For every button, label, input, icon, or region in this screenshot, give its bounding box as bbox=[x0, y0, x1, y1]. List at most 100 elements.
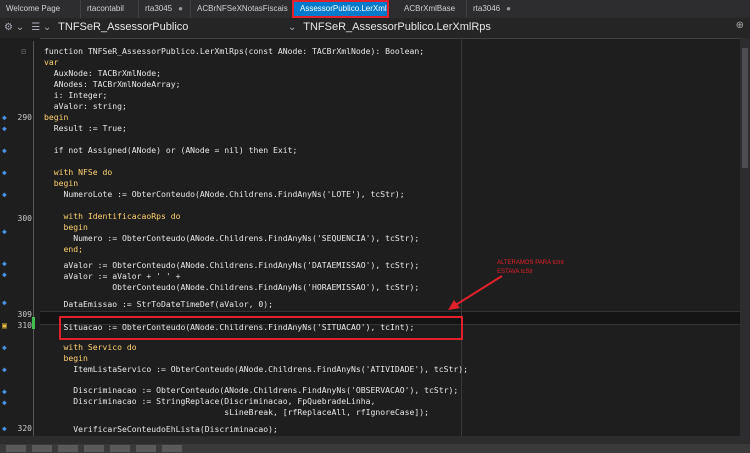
code-line: end; bbox=[44, 244, 83, 255]
gutter-line: ◆ bbox=[0, 190, 40, 201]
line-number: 290 bbox=[17, 113, 32, 122]
code-line: Discriminacao := StringReplace(Discrimin… bbox=[44, 396, 375, 407]
taskbar-app-icon[interactable] bbox=[162, 445, 182, 452]
breakpoint-marker-icon[interactable]: ◆ bbox=[2, 190, 7, 199]
code-text: AuxNode: TACBrXmlNode; bbox=[44, 68, 161, 78]
method-selector[interactable]: ⌄ TNFSeR_AssessorPublico.LerXmlRps bbox=[288, 21, 491, 33]
breakpoint-marker-icon[interactable]: ◆ bbox=[2, 387, 7, 396]
breakpoint-marker-icon[interactable]: ◆ bbox=[2, 168, 7, 177]
tab-label: rtacontabil bbox=[87, 4, 124, 13]
scrollbar-thumb[interactable] bbox=[742, 48, 748, 168]
code-line: ObterConteudo(ANode.Childrens.FindAnyNs(… bbox=[44, 282, 419, 293]
breakpoint-marker-icon[interactable]: ◆ bbox=[2, 259, 7, 268]
gutter-line: ◆ 320 bbox=[0, 424, 40, 435]
tab-label: ACBrNFSeXNotasFiscais bbox=[197, 4, 288, 13]
breakpoint-marker-icon[interactable]: ◆ bbox=[2, 424, 7, 433]
line-number: 310 bbox=[17, 321, 32, 330]
gutter-line: ◆ bbox=[0, 259, 40, 270]
gutter-line: ◆ bbox=[0, 343, 40, 354]
code-text: Discriminacao := ObterConteudo(ANode.Chi… bbox=[44, 385, 459, 395]
code-text: ItemListaServico := ObterConteudo(ANode.… bbox=[44, 364, 468, 374]
breakpoint-marker-icon[interactable]: ◆ bbox=[2, 365, 7, 374]
gutter-line: ◆ bbox=[0, 398, 40, 409]
code-line: VerificarSeConteudoEhLista(Discriminacao… bbox=[44, 424, 278, 435]
taskbar-app-icon[interactable] bbox=[6, 445, 26, 452]
gutter-line: ◆ bbox=[0, 146, 40, 157]
code-text: end; bbox=[44, 244, 83, 254]
code-text: ObterConteudo(ANode.Childrens.FindAnyNs(… bbox=[44, 282, 420, 292]
code-line: begin bbox=[44, 112, 68, 123]
code-line: aValor: string; bbox=[44, 101, 127, 112]
chevron-down-icon: ⌄ bbox=[288, 22, 297, 33]
gutter-line: ◆ 290 bbox=[0, 113, 40, 124]
code-text: Numero := ObterConteudo(ANode.Childrens.… bbox=[44, 233, 420, 243]
code-navigation-bar: ⚙ ⌄ ☰ ⌄ TNFSeR_AssessorPublico ⌄ TNFSeR_… bbox=[0, 18, 750, 39]
tab-rta3045[interactable]: rta3045 ● bbox=[138, 0, 190, 18]
tab-label: rta3046 bbox=[473, 4, 501, 13]
code-line: AuxNode: TACBrXmlNode; bbox=[44, 68, 161, 79]
breakpoint-marker-icon[interactable]: ◆ bbox=[2, 398, 7, 407]
breakpoint-marker-icon[interactable]: ◆ bbox=[2, 227, 7, 236]
breakpoint-marker-icon[interactable]: ◆ bbox=[2, 270, 7, 279]
code-text: DataEmissao := StrToDateTimeDef(aValor, … bbox=[44, 299, 274, 309]
breakpoint-marker-icon[interactable]: ◆ bbox=[2, 298, 7, 307]
code-line: NumeroLote := ObterConteudo(ANode.Childr… bbox=[44, 189, 404, 200]
taskbar-app-icon[interactable] bbox=[58, 445, 78, 452]
document-tab-bar: Welcome Page rtacontabil rta3045 ● ACBrNF… bbox=[0, 0, 750, 19]
tab-rtacontabil[interactable]: rtacontabil bbox=[80, 0, 132, 18]
code-text: ANodes: TACBrXmlNodeArray; bbox=[44, 79, 181, 89]
breakpoint-marker-icon[interactable]: ◆ bbox=[2, 146, 7, 155]
code-text: with Servico do bbox=[44, 342, 137, 352]
class-name: TNFSeR_AssessorPublico bbox=[58, 21, 189, 33]
code-text: sLineBreak, [rfReplaceAll, rfIgnoreCase]… bbox=[44, 407, 429, 417]
gutter-line: 300 bbox=[0, 214, 40, 225]
code-text: Discriminacao := StringReplace(Discrimin… bbox=[44, 396, 376, 406]
code-text: function TNFSeR_AssessorPublico.LerXmlRp… bbox=[44, 46, 425, 56]
code-line: begin bbox=[44, 353, 88, 364]
tab-acbrnfsexnotasfiscais[interactable]: ACBrNFSeXNotasFiscais bbox=[190, 0, 290, 18]
current-execution-icon[interactable]: ▣ bbox=[2, 321, 7, 330]
horizontal-scrollbar[interactable] bbox=[0, 436, 750, 444]
modified-dot-icon[interactable]: ● bbox=[506, 4, 511, 13]
gutter-line: ◆ bbox=[0, 387, 40, 398]
line-number: 309 bbox=[17, 310, 32, 319]
code-text: aValor := aValor + ' ' + bbox=[44, 271, 181, 281]
fold-guide bbox=[33, 41, 34, 436]
taskbar-app-icon[interactable] bbox=[136, 445, 156, 452]
code-line: if not Assigned(ANode) or (ANode = nil) … bbox=[44, 145, 298, 156]
breakpoint-marker-icon[interactable]: ◆ bbox=[2, 343, 7, 352]
code-line: ItemListaServico := ObterConteudo(ANode.… bbox=[44, 364, 468, 375]
settings-icon[interactable]: ⚙ ⌄ bbox=[4, 22, 24, 33]
taskbar-app-icon[interactable] bbox=[84, 445, 104, 452]
code-text: with IdentificacaoRps do bbox=[44, 211, 181, 221]
annotation-line: ESTAVA tcStr bbox=[497, 269, 534, 275]
code-text: with NFSe do bbox=[44, 167, 113, 177]
code-line: i: Integer; bbox=[44, 90, 108, 101]
expand-icon[interactable]: ⊕ bbox=[736, 20, 744, 31]
breakpoint-marker-icon[interactable]: ◆ bbox=[2, 124, 7, 133]
code-text: aValor := ObterConteudo(ANode.Childrens.… bbox=[44, 260, 420, 270]
code-line: with NFSe do bbox=[44, 167, 113, 178]
taskbar-app-icon[interactable] bbox=[32, 445, 52, 452]
tab-rta3046[interactable]: rta3046 ● bbox=[466, 0, 522, 18]
tab-acbrxmlbase[interactable]: ACBrXmlBase bbox=[398, 0, 466, 18]
breakpoint-marker-icon[interactable]: ◆ bbox=[2, 113, 7, 122]
code-text: Result := True; bbox=[44, 123, 127, 133]
code-editor[interactable]: function TNFSeR_AssessorPublico.LerXmlRp… bbox=[40, 38, 740, 436]
code-line: DataEmissao := StrToDateTimeDef(aValor, … bbox=[44, 299, 273, 310]
code-line: Numero := ObterConteudo(ANode.Childrens.… bbox=[44, 233, 419, 244]
gutter-line: ◆ bbox=[0, 270, 40, 281]
tab-assessorpublico-lerxml[interactable]: AssessorPublico.LerXml bbox=[292, 0, 389, 18]
code-line: Discriminacao := ObterConteudo(ANode.Chi… bbox=[44, 385, 458, 396]
code-line: begin bbox=[44, 178, 78, 189]
taskbar-app-icon[interactable] bbox=[110, 445, 130, 452]
line-number: 300 bbox=[17, 214, 32, 223]
code-line: aValor := aValor + ' ' + bbox=[44, 271, 180, 282]
gutter-line: ◆ bbox=[0, 227, 40, 238]
taskbar bbox=[0, 444, 750, 453]
tab-welcome-page[interactable]: Welcome Page bbox=[0, 0, 68, 18]
class-selector[interactable]: ⚙ ⌄ ☰ ⌄ TNFSeR_AssessorPublico bbox=[4, 21, 188, 33]
modified-dot-icon[interactable]: ● bbox=[178, 4, 183, 13]
gutter-line: 309 bbox=[0, 310, 40, 321]
code-text: begin bbox=[44, 353, 88, 363]
